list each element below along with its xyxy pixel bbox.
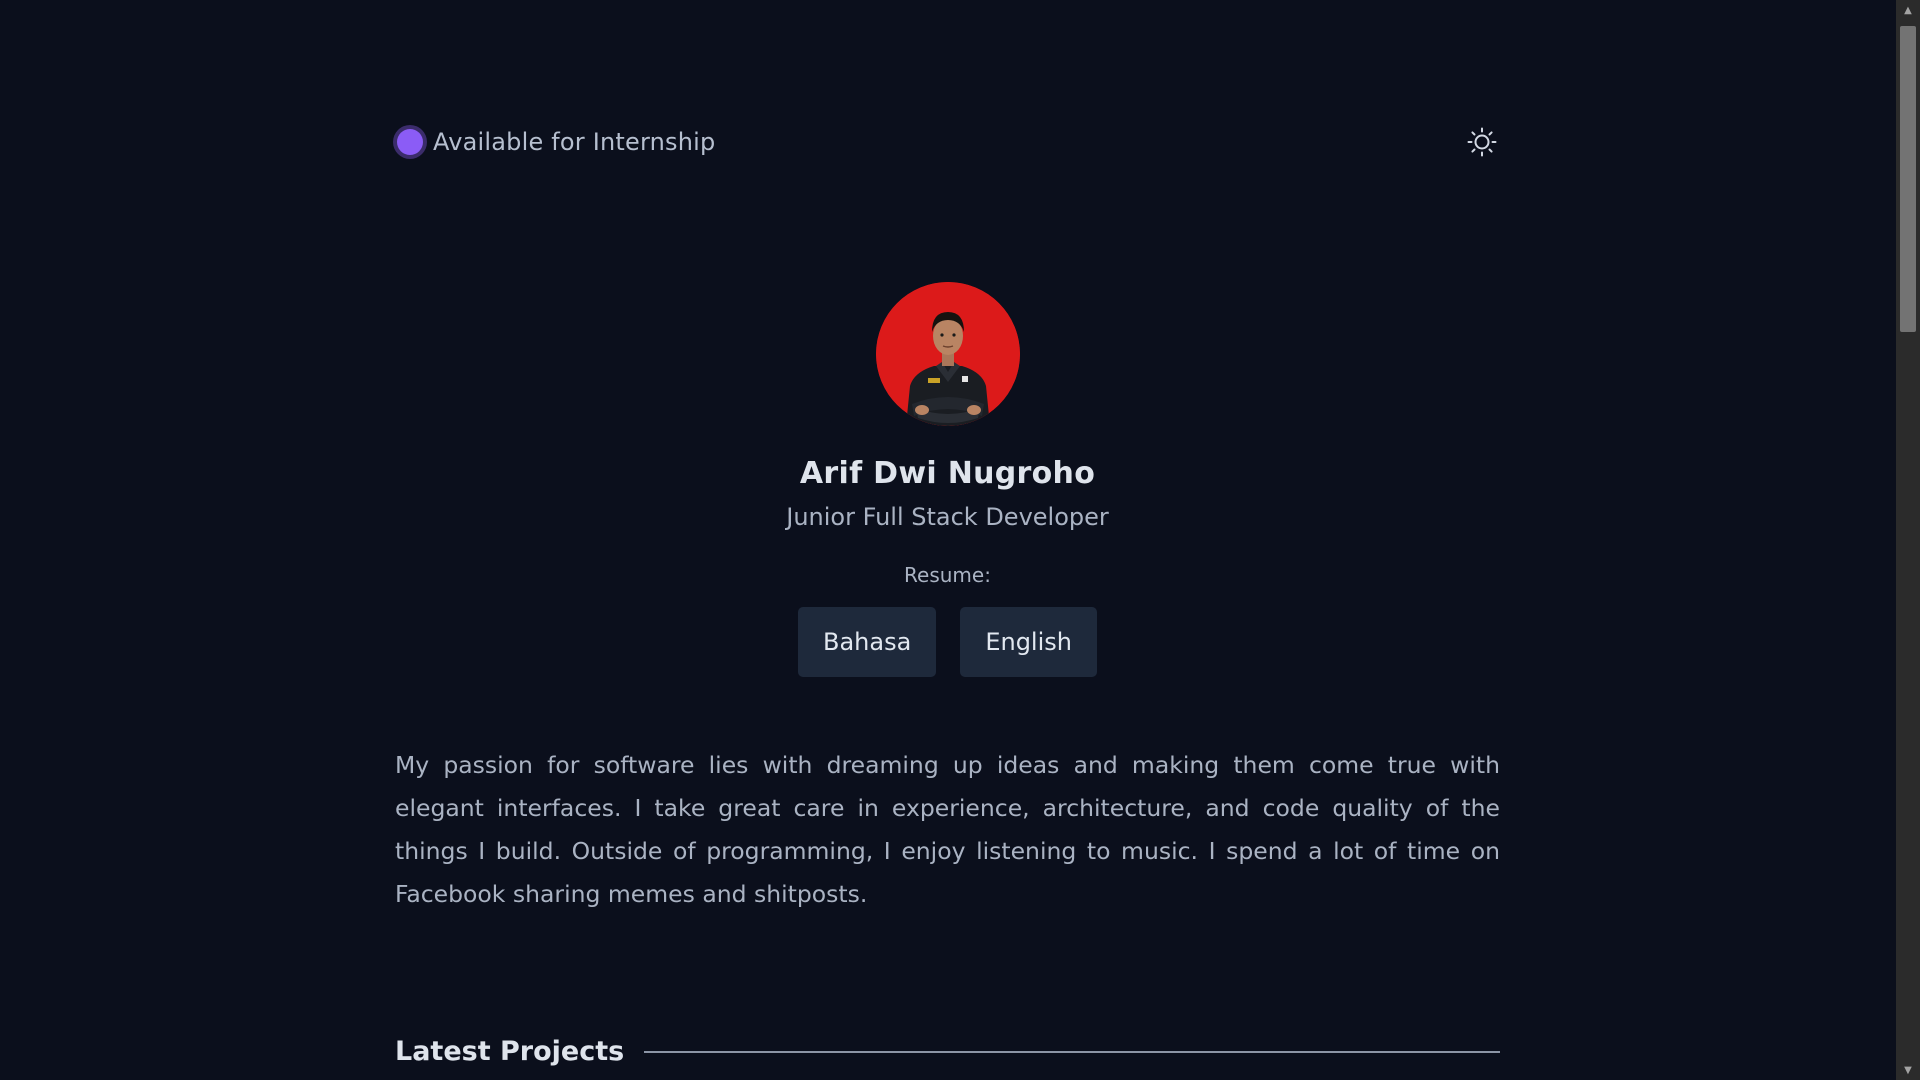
profile-name: Arif Dwi Nugroho: [799, 456, 1096, 491]
projects-title: Latest Projects: [395, 1036, 625, 1067]
scroll-up-arrow-icon[interactable]: ▲: [1896, 0, 1920, 20]
page: Available for Internship Arif Dwi Nugroh…: [0, 0, 1896, 1080]
theme-toggle-button[interactable]: [1464, 124, 1500, 160]
resume-english-button[interactable]: English: [960, 607, 1097, 677]
avatar: [875, 282, 1020, 426]
resume-bahasa-button[interactable]: Bahasa: [798, 607, 937, 677]
resume-label: Resume:: [904, 563, 991, 587]
sun-icon: [1467, 127, 1497, 157]
bio-paragraph: My passion for software lies with dreami…: [395, 751, 1500, 908]
resume-buttons: Bahasa English: [798, 607, 1097, 677]
top-bar: Available for Internship: [395, 124, 1500, 160]
projects-header: Latest Projects: [395, 1036, 1500, 1067]
section-divider: [644, 1050, 1500, 1053]
main-container: Available for Internship Arif Dwi Nugroh…: [395, 0, 1500, 1080]
profile-section: Arif Dwi Nugroho Junior Full Stack Devel…: [395, 282, 1500, 677]
vertical-scrollbar[interactable]: ▲ ▼: [1896, 0, 1920, 1080]
profile-role: Junior Full Stack Developer: [786, 503, 1109, 531]
status-dot-icon: [397, 129, 423, 155]
status-label: Available for Internship: [433, 128, 716, 156]
availability-status: Available for Internship: [395, 128, 715, 156]
scroll-down-arrow-icon[interactable]: ▼: [1896, 1060, 1920, 1080]
scrollbar-thumb[interactable]: [1900, 26, 1916, 332]
avatar-portrait-icon: [875, 282, 1020, 426]
